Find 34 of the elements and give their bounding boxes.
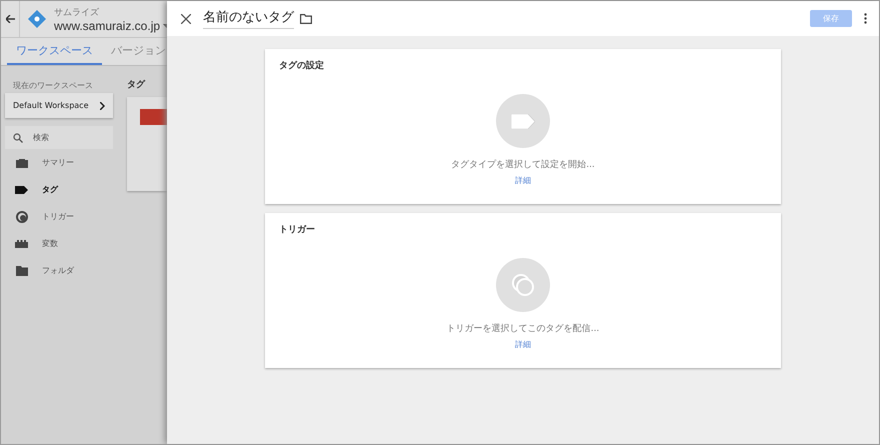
hint-text: トリガーを選択してこのタグを配信... (446, 322, 600, 335)
briefcase-icon (16, 158, 28, 168)
search-icon (13, 132, 23, 142)
workspace-label: 現在のワークスペース (13, 80, 94, 91)
folder-icon[interactable] (300, 14, 312, 24)
tab[interactable]: バージョン (102, 38, 167, 65)
section-title: トリガー (279, 224, 316, 236)
trigger-rings-icon (511, 273, 535, 297)
workspace-selector[interactable]: Default Workspace (5, 93, 113, 118)
tag-icon (511, 114, 535, 128)
nav-item[interactable]: タグ (5, 176, 113, 203)
hint-text: タグタイプを選択して設定を開始... (450, 158, 596, 171)
folder-icon (16, 266, 28, 276)
page-heading: タグ (127, 78, 146, 91)
details-link[interactable]: 詳細 (515, 175, 531, 186)
nav-item[interactable]: フォルダ (5, 257, 113, 284)
nav-item[interactable]: トリガー (5, 203, 113, 230)
diamond-logo-icon (28, 10, 46, 28)
container-name[interactable]: www.samuraiz.co.jp (54, 18, 160, 32)
tag-icon (15, 186, 28, 194)
tab[interactable]: ワークスペース (7, 38, 102, 65)
search-field[interactable]: 検索 (5, 126, 113, 149)
nav-item[interactable]: サマリー (5, 149, 113, 176)
account-name: サムライズ (54, 6, 100, 18)
tag-name-field[interactable]: 名前のないタグ (203, 8, 294, 29)
blocks-icon (15, 240, 28, 248)
details-link[interactable]: 詳細 (515, 339, 531, 350)
nav-item[interactable]: 変数 (5, 230, 113, 257)
chevron-icon (100, 102, 105, 110)
more-icon[interactable] (864, 13, 867, 24)
trigger-icon (16, 210, 28, 222)
close-icon[interactable] (181, 14, 191, 24)
section-title: タグの設定 (279, 59, 325, 72)
back-icon[interactable] (6, 15, 14, 23)
